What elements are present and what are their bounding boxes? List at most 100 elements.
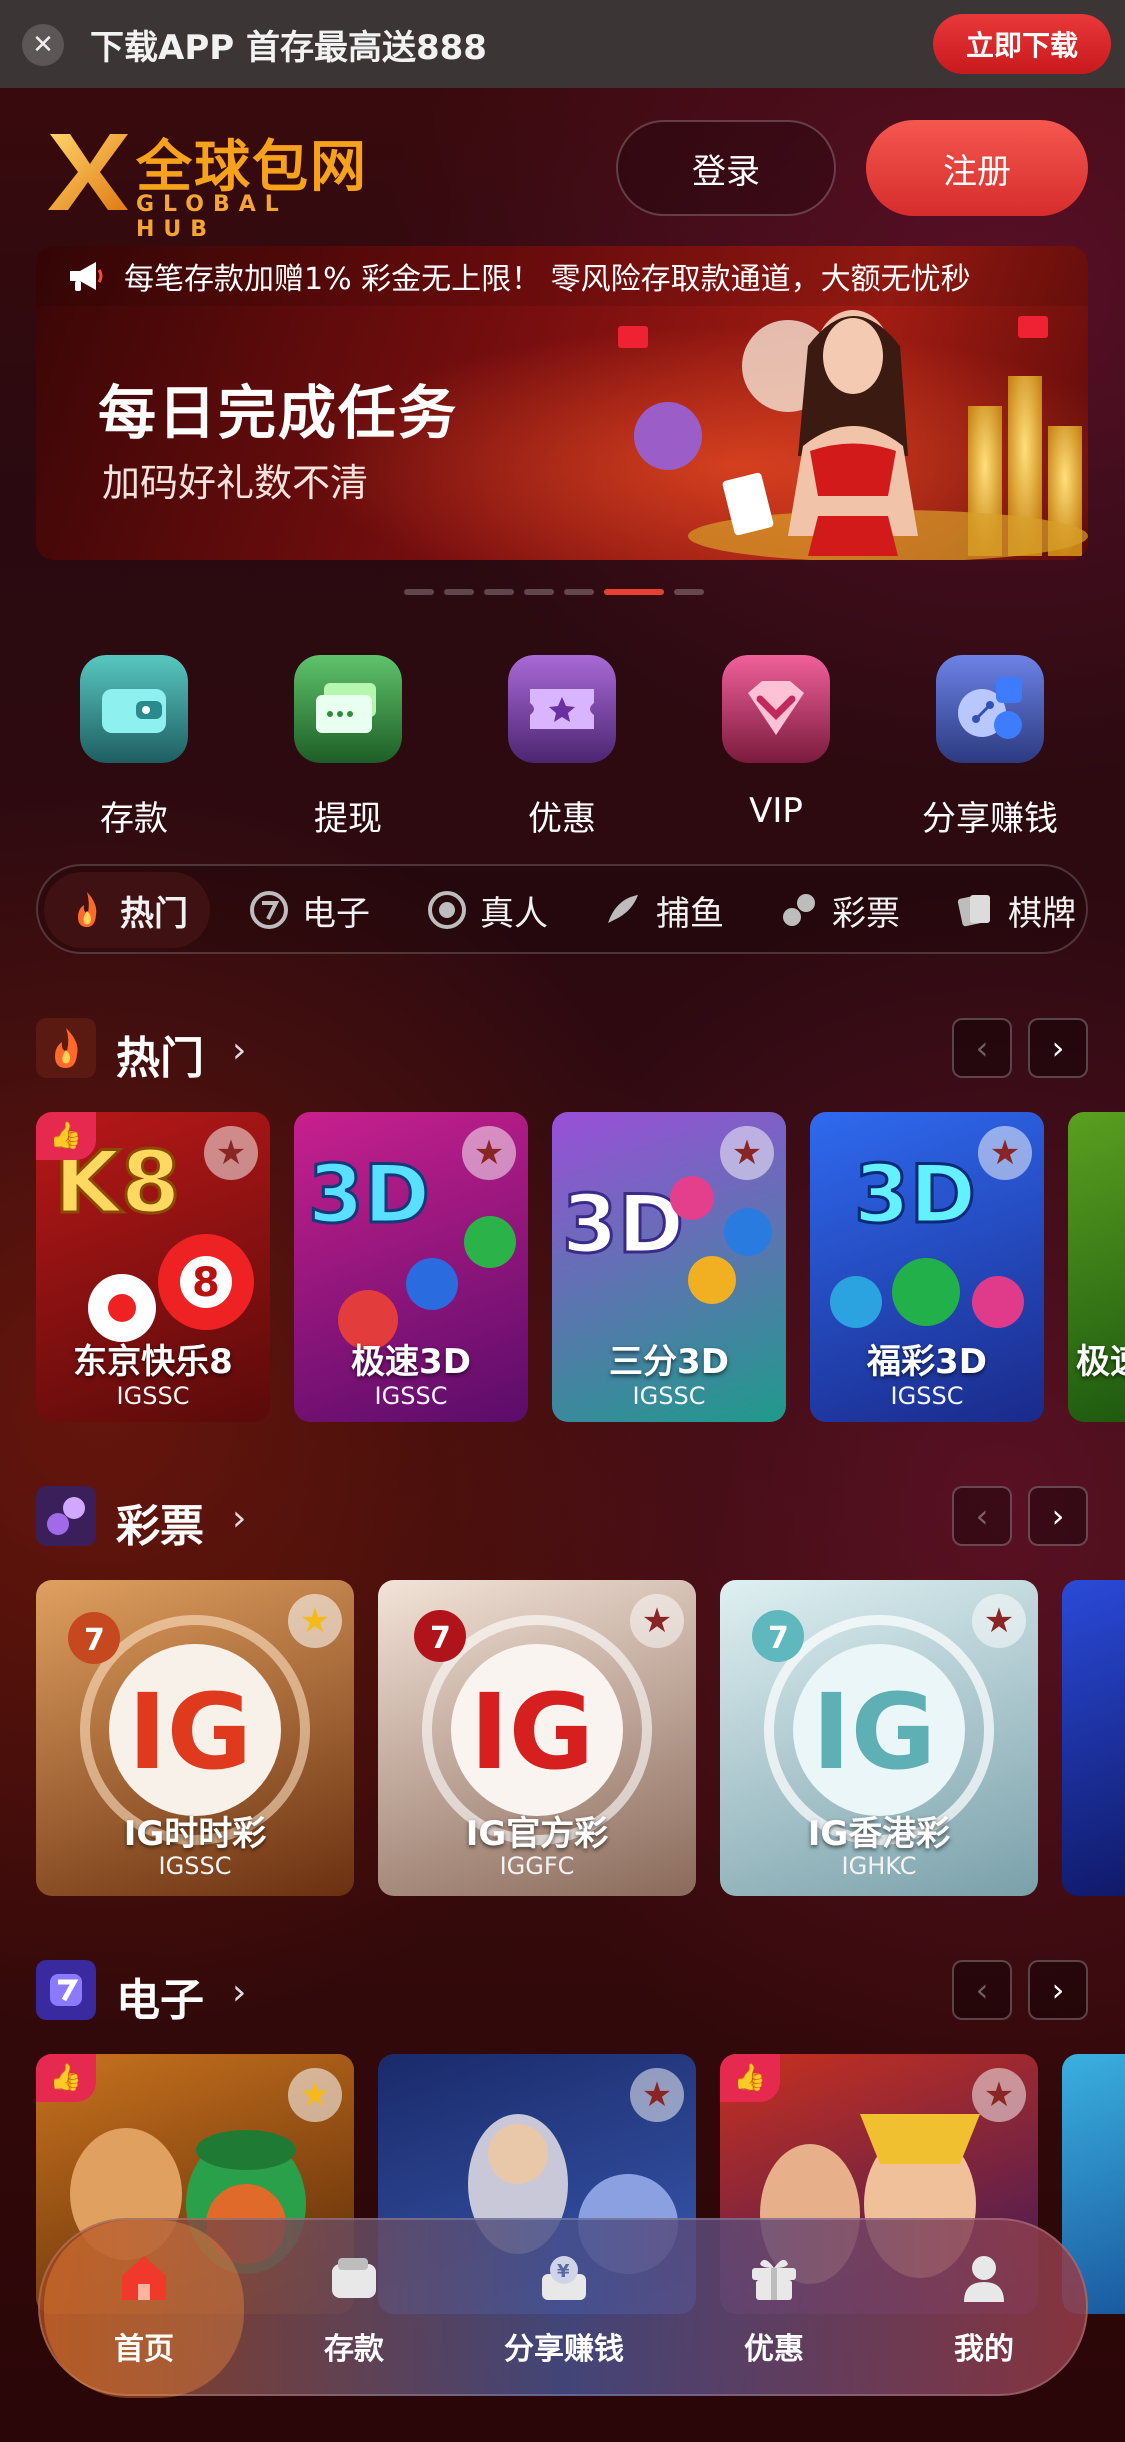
nav-deposit[interactable]: 存款 — [254, 2220, 454, 2398]
chevron-right-icon[interactable]: › — [232, 1030, 246, 1071]
quick-deposit[interactable]: 存款 — [34, 655, 234, 839]
banner-dot[interactable] — [484, 589, 514, 595]
close-icon[interactable]: ✕ — [22, 24, 64, 66]
game-card[interactable]: 3D ★ 极速3D IGSSC — [294, 1112, 528, 1422]
section-lottery-header: 彩票 › ‹ › — [36, 1486, 1088, 1552]
nav-profile[interactable]: 我的 — [884, 2220, 1084, 2398]
favorite-star-icon[interactable]: ★ — [978, 1126, 1032, 1180]
game-card[interactable]: IG 7 ★ IG时时彩 IGSSC — [36, 1580, 354, 1896]
game-card-partial[interactable]: 极速 — [1068, 1112, 1125, 1422]
scroll-next-button[interactable]: › — [1028, 1018, 1088, 1078]
banner-dot[interactable] — [524, 589, 554, 595]
tab-cards[interactable]: 棋牌 — [954, 872, 1076, 948]
slot-icon — [36, 1960, 96, 2020]
banner-dot[interactable] — [674, 589, 704, 595]
tab-slots[interactable]: 电子 — [248, 872, 370, 948]
game-card[interactable]: 3D ★ 福彩3D IGSSC — [810, 1112, 1044, 1422]
lottery-icon — [783, 894, 815, 926]
favorite-star-icon[interactable]: ★ — [720, 1126, 774, 1180]
svg-text:3D: 3D — [308, 1148, 430, 1241]
download-now-button[interactable]: 立即下载 — [933, 14, 1111, 74]
wallet-icon — [80, 655, 188, 763]
banner-title: 每日完成任务 — [98, 379, 459, 447]
nav-share-earn[interactable]: ¥ 分享赚钱 — [464, 2220, 664, 2398]
hot-badge-icon: 👍 — [36, 2054, 96, 2102]
game-card[interactable]: IG 7 ★ IG官方彩 IGGFC — [378, 1580, 696, 1896]
section-title[interactable]: 热门 — [116, 1022, 204, 1086]
favorite-star-icon[interactable]: ★ — [630, 1594, 684, 1648]
tab-fishing[interactable]: 捕鱼 — [602, 872, 724, 948]
scroll-prev-button[interactable]: ‹ — [952, 1018, 1012, 1078]
section-title[interactable]: 电子 — [116, 1964, 204, 2028]
register-button[interactable]: 注册 — [866, 120, 1088, 216]
svg-text:7: 7 — [768, 1621, 789, 1656]
favorite-star-icon[interactable]: ★ — [462, 1126, 516, 1180]
bottom-navigation: 首页 存款 ¥ 分享赚钱 优惠 我的 — [38, 2218, 1088, 2398]
banner-dot[interactable] — [404, 589, 434, 595]
svg-text:3D: 3D — [854, 1148, 976, 1241]
svg-text:IG: IG — [812, 1671, 936, 1793]
favorite-star-icon[interactable]: ★ — [204, 1126, 258, 1180]
cash-icon — [294, 655, 402, 763]
site-header: 全球包网 GLOBAL HUB 登录 注册 — [0, 88, 1125, 248]
favorite-star-icon[interactable]: ★ — [972, 1594, 1026, 1648]
game-card[interactable]: K8 8 👍 ★ 东京快乐8 IGSSC — [36, 1112, 270, 1422]
lottery-icon — [36, 1486, 96, 1546]
share-icon — [936, 655, 1044, 763]
banner-dot-active[interactable] — [604, 589, 664, 595]
chevron-right-icon[interactable]: › — [232, 1498, 246, 1539]
scroll-prev-button[interactable]: ‹ — [952, 1486, 1012, 1546]
nav-label: 首页 — [114, 2332, 174, 2367]
tab-hot[interactable]: 热门 — [44, 872, 210, 948]
section-slots-header: 电子 › ‹ › — [36, 1960, 1088, 2026]
fish-icon — [608, 895, 638, 923]
game-provider: IGSSC — [632, 1382, 706, 1410]
chevron-right-icon[interactable]: › — [232, 1972, 246, 2013]
banner-subtitle: 加码好礼数不清 — [102, 461, 369, 505]
section-title[interactable]: 彩票 — [116, 1490, 204, 1554]
svg-text:8: 8 — [192, 1260, 220, 1306]
game-name: 极速3D — [351, 1342, 471, 1382]
quick-promotions[interactable]: 优惠 — [462, 655, 662, 839]
banner-casino-illustration — [618, 310, 1088, 560]
favorite-star-icon[interactable]: ★ — [972, 2068, 1026, 2122]
game-provider: IGSSC — [890, 1382, 964, 1410]
favorite-star-icon[interactable]: ★ — [288, 2068, 342, 2122]
game-card[interactable]: 3D ★ 三分3D IGSSC — [552, 1112, 786, 1422]
quick-withdraw[interactable]: 提现 — [248, 655, 448, 839]
chip-icon — [428, 891, 466, 929]
promo-banner[interactable]: 每笔存款加赠1% 彩金无上限！ 零风险存取款通道，大额无忧秒 每日完成任务 加码… — [36, 246, 1088, 560]
game-name: 三分3D — [609, 1342, 729, 1382]
svg-text:¥: ¥ — [557, 2261, 570, 2282]
quick-label: 分享赚钱 — [922, 799, 1058, 839]
tab-lottery[interactable]: 彩票 — [778, 872, 900, 948]
scroll-next-button[interactable]: › — [1028, 1486, 1088, 1546]
quick-actions: 存款 提现 优惠 VIP 分享赚钱 — [0, 655, 1125, 839]
nav-promotions[interactable]: 优惠 — [674, 2220, 874, 2398]
download-app-bar: ✕ 下载APP 首存最高送888 立即下载 — [0, 0, 1125, 88]
favorite-star-icon[interactable]: ★ — [630, 2068, 684, 2122]
home-icon — [122, 2256, 166, 2300]
tab-label: 热门 — [120, 893, 188, 934]
gift-icon — [752, 2259, 796, 2300]
quick-share-earn[interactable]: 分享赚钱 — [890, 655, 1090, 839]
banner-dot[interactable] — [564, 589, 594, 595]
svg-text:3D: 3D — [562, 1178, 684, 1271]
game-card-partial[interactable] — [1062, 1580, 1125, 1896]
nav-home[interactable]: 首页 — [44, 2220, 244, 2398]
quick-vip[interactable]: VIP — [676, 655, 876, 835]
quick-label: 存款 — [100, 799, 168, 839]
scroll-prev-button[interactable]: ‹ — [952, 1960, 1012, 2020]
banner-dot[interactable] — [444, 589, 474, 595]
tab-label: 捕鱼 — [656, 893, 724, 934]
game-card[interactable]: IG 7 ★ IG香港彩 IGHKC — [720, 1580, 1038, 1896]
flame-icon — [36, 1018, 96, 1078]
login-button[interactable]: 登录 — [616, 120, 836, 216]
svg-text:7: 7 — [84, 1623, 105, 1658]
scroll-next-button[interactable]: › — [1028, 1960, 1088, 2020]
favorite-star-icon[interactable]: ★ — [288, 1594, 342, 1648]
game-name: 极速 — [1076, 1342, 1125, 1382]
site-logo[interactable]: 全球包网 GLOBAL HUB — [44, 122, 384, 242]
hot-badge-icon: 👍 — [720, 2054, 780, 2102]
tab-live[interactable]: 真人 — [426, 872, 548, 948]
